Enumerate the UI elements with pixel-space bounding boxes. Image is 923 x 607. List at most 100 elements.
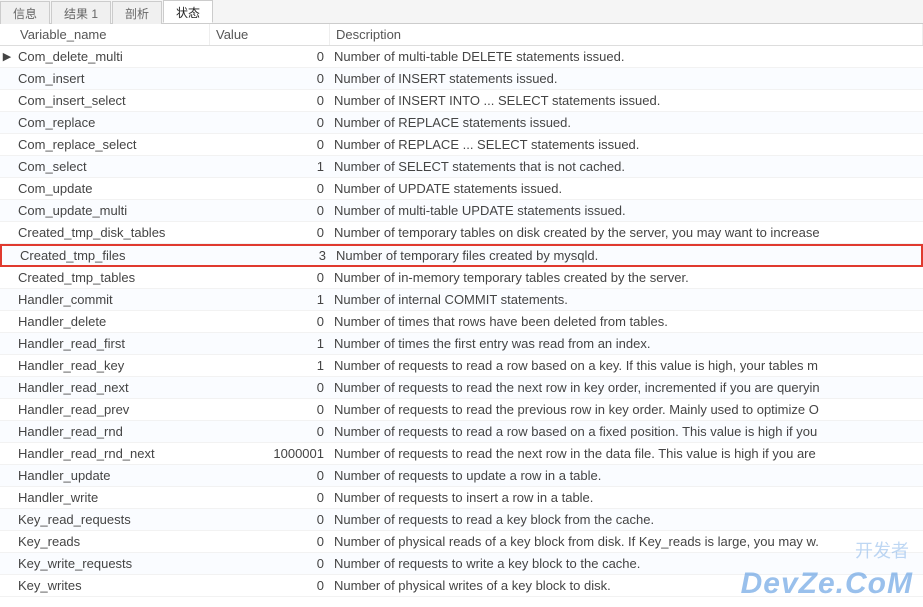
cell-variable-name: Handler_read_next <box>14 380 210 395</box>
table-row[interactable]: ▶Com_delete_multi0Number of multi-table … <box>0 46 923 68</box>
cell-variable-name: Handler_commit <box>14 292 210 307</box>
grid-body: ▶Com_delete_multi0Number of multi-table … <box>0 46 923 597</box>
cell-variable-name: Handler_update <box>14 468 210 483</box>
cell-variable-name: Handler_read_first <box>14 336 210 351</box>
cell-description: Number of UPDATE statements issued. <box>330 181 923 196</box>
cell-variable-name: Com_select <box>14 159 210 174</box>
table-row[interactable]: Com_replace_select0Number of REPLACE ...… <box>0 134 923 156</box>
cell-variable-name: Com_delete_multi <box>14 49 210 64</box>
cell-description: Number of in-memory temporary tables cre… <box>330 270 923 285</box>
table-row[interactable]: Com_insert_select0Number of INSERT INTO … <box>0 90 923 112</box>
table-row[interactable]: Handler_read_key1Number of requests to r… <box>0 355 923 377</box>
cell-variable-name: Key_write_requests <box>14 556 210 571</box>
cell-value: 1 <box>210 358 330 373</box>
table-row[interactable]: Handler_update0Number of requests to upd… <box>0 465 923 487</box>
table-row[interactable]: Key_reads0Number of physical reads of a … <box>0 531 923 553</box>
cell-description: Number of requests to read the next row … <box>330 446 923 461</box>
cell-description: Number of temporary files created by mys… <box>332 248 921 263</box>
cell-description: Number of temporary tables on disk creat… <box>330 225 923 240</box>
cell-variable-name: Com_insert <box>14 71 210 86</box>
cell-value: 0 <box>210 225 330 240</box>
table-row[interactable]: Com_update0Number of UPDATE statements i… <box>0 178 923 200</box>
cell-variable-name: Created_tmp_disk_tables <box>14 225 210 240</box>
cell-description: Number of REPLACE statements issued. <box>330 115 923 130</box>
cell-variable-name: Com_update_multi <box>14 203 210 218</box>
table-row[interactable]: Key_writes0Number of physical writes of … <box>0 575 923 597</box>
table-row[interactable]: Handler_read_rnd0Number of requests to r… <box>0 421 923 443</box>
cell-value: 0 <box>210 380 330 395</box>
table-row[interactable]: Handler_read_first1Number of times the f… <box>0 333 923 355</box>
cell-value: 0 <box>210 137 330 152</box>
grid-header: Variable_name Value Description <box>0 24 923 46</box>
tab-info[interactable]: 信息 <box>0 1 50 24</box>
row-marker-icon: ▶ <box>0 50 14 63</box>
cell-value: 0 <box>210 512 330 527</box>
cell-value: 0 <box>210 556 330 571</box>
cell-value: 0 <box>210 181 330 196</box>
column-header-name[interactable]: Variable_name <box>14 24 210 45</box>
cell-variable-name: Created_tmp_tables <box>14 270 210 285</box>
cell-value: 0 <box>210 578 330 593</box>
table-row[interactable]: Com_update_multi0Number of multi-table U… <box>0 200 923 222</box>
cell-variable-name: Handler_read_prev <box>14 402 210 417</box>
cell-description: Number of multi-table DELETE statements … <box>330 49 923 64</box>
table-row[interactable]: Handler_read_next0Number of requests to … <box>0 377 923 399</box>
table-row[interactable]: Com_replace0Number of REPLACE statements… <box>0 112 923 134</box>
tab-status[interactable]: 状态 <box>163 0 213 23</box>
cell-variable-name: Handler_delete <box>14 314 210 329</box>
table-row[interactable]: Created_tmp_disk_tables0Number of tempor… <box>0 222 923 244</box>
cell-description: Number of times the first entry was read… <box>330 336 923 351</box>
table-row[interactable]: Com_insert0Number of INSERT statements i… <box>0 68 923 90</box>
cell-variable-name: Handler_write <box>14 490 210 505</box>
cell-value: 0 <box>210 93 330 108</box>
tab-bar: 信息 结果 1 剖析 状态 <box>0 0 923 24</box>
table-row[interactable]: Handler_write0Number of requests to inse… <box>0 487 923 509</box>
cell-value: 3 <box>212 248 332 263</box>
table-row[interactable]: Handler_commit1Number of internal COMMIT… <box>0 289 923 311</box>
table-row[interactable]: Handler_delete0Number of times that rows… <box>0 311 923 333</box>
cell-variable-name: Com_replace_select <box>14 137 210 152</box>
table-row[interactable]: Key_read_requests0Number of requests to … <box>0 509 923 531</box>
cell-value: 0 <box>210 314 330 329</box>
cell-description: Number of requests to read a row based o… <box>330 424 923 439</box>
cell-value: 0 <box>210 49 330 64</box>
table-row[interactable]: Handler_read_rnd_next1000001Number of re… <box>0 443 923 465</box>
cell-description: Number of requests to write a key block … <box>330 556 923 571</box>
cell-description: Number of requests to read the next row … <box>330 380 923 395</box>
cell-description: Number of requests to insert a row in a … <box>330 490 923 505</box>
table-row[interactable]: Handler_read_prev0Number of requests to … <box>0 399 923 421</box>
cell-value: 0 <box>210 424 330 439</box>
cell-description: Number of INSERT INTO ... SELECT stateme… <box>330 93 923 108</box>
cell-variable-name: Com_replace <box>14 115 210 130</box>
cell-value: 0 <box>210 203 330 218</box>
cell-value: 0 <box>210 71 330 86</box>
cell-variable-name: Handler_read_rnd <box>14 424 210 439</box>
cell-description: Number of internal COMMIT statements. <box>330 292 923 307</box>
column-header-value[interactable]: Value <box>210 24 330 45</box>
cell-variable-name: Key_reads <box>14 534 210 549</box>
cell-description: Number of physical reads of a key block … <box>330 534 923 549</box>
column-header-desc[interactable]: Description <box>330 24 923 45</box>
cell-variable-name: Com_insert_select <box>14 93 210 108</box>
cell-value: 0 <box>210 115 330 130</box>
cell-value: 1 <box>210 292 330 307</box>
cell-variable-name: Com_update <box>14 181 210 196</box>
cell-description: Number of times that rows have been dele… <box>330 314 923 329</box>
cell-description: Number of requests to read a row based o… <box>330 358 923 373</box>
cell-value: 0 <box>210 402 330 417</box>
table-row[interactable]: Created_tmp_tables0Number of in-memory t… <box>0 267 923 289</box>
cell-description: Number of INSERT statements issued. <box>330 71 923 86</box>
cell-variable-name: Key_writes <box>14 578 210 593</box>
cell-value: 1 <box>210 336 330 351</box>
cell-description: Number of REPLACE ... SELECT statements … <box>330 137 923 152</box>
table-row[interactable]: Created_tmp_files3Number of temporary fi… <box>0 244 923 267</box>
cell-description: Number of physical writes of a key block… <box>330 578 923 593</box>
table-row[interactable]: Com_select1Number of SELECT statements t… <box>0 156 923 178</box>
tab-result1[interactable]: 结果 1 <box>51 1 111 24</box>
tab-profile[interactable]: 剖析 <box>112 1 162 24</box>
cell-value: 1000001 <box>210 446 330 461</box>
cell-description: Number of requests to read the previous … <box>330 402 923 417</box>
cell-variable-name: Created_tmp_files <box>16 248 212 263</box>
table-row[interactable]: Key_write_requests0Number of requests to… <box>0 553 923 575</box>
cell-value: 0 <box>210 270 330 285</box>
